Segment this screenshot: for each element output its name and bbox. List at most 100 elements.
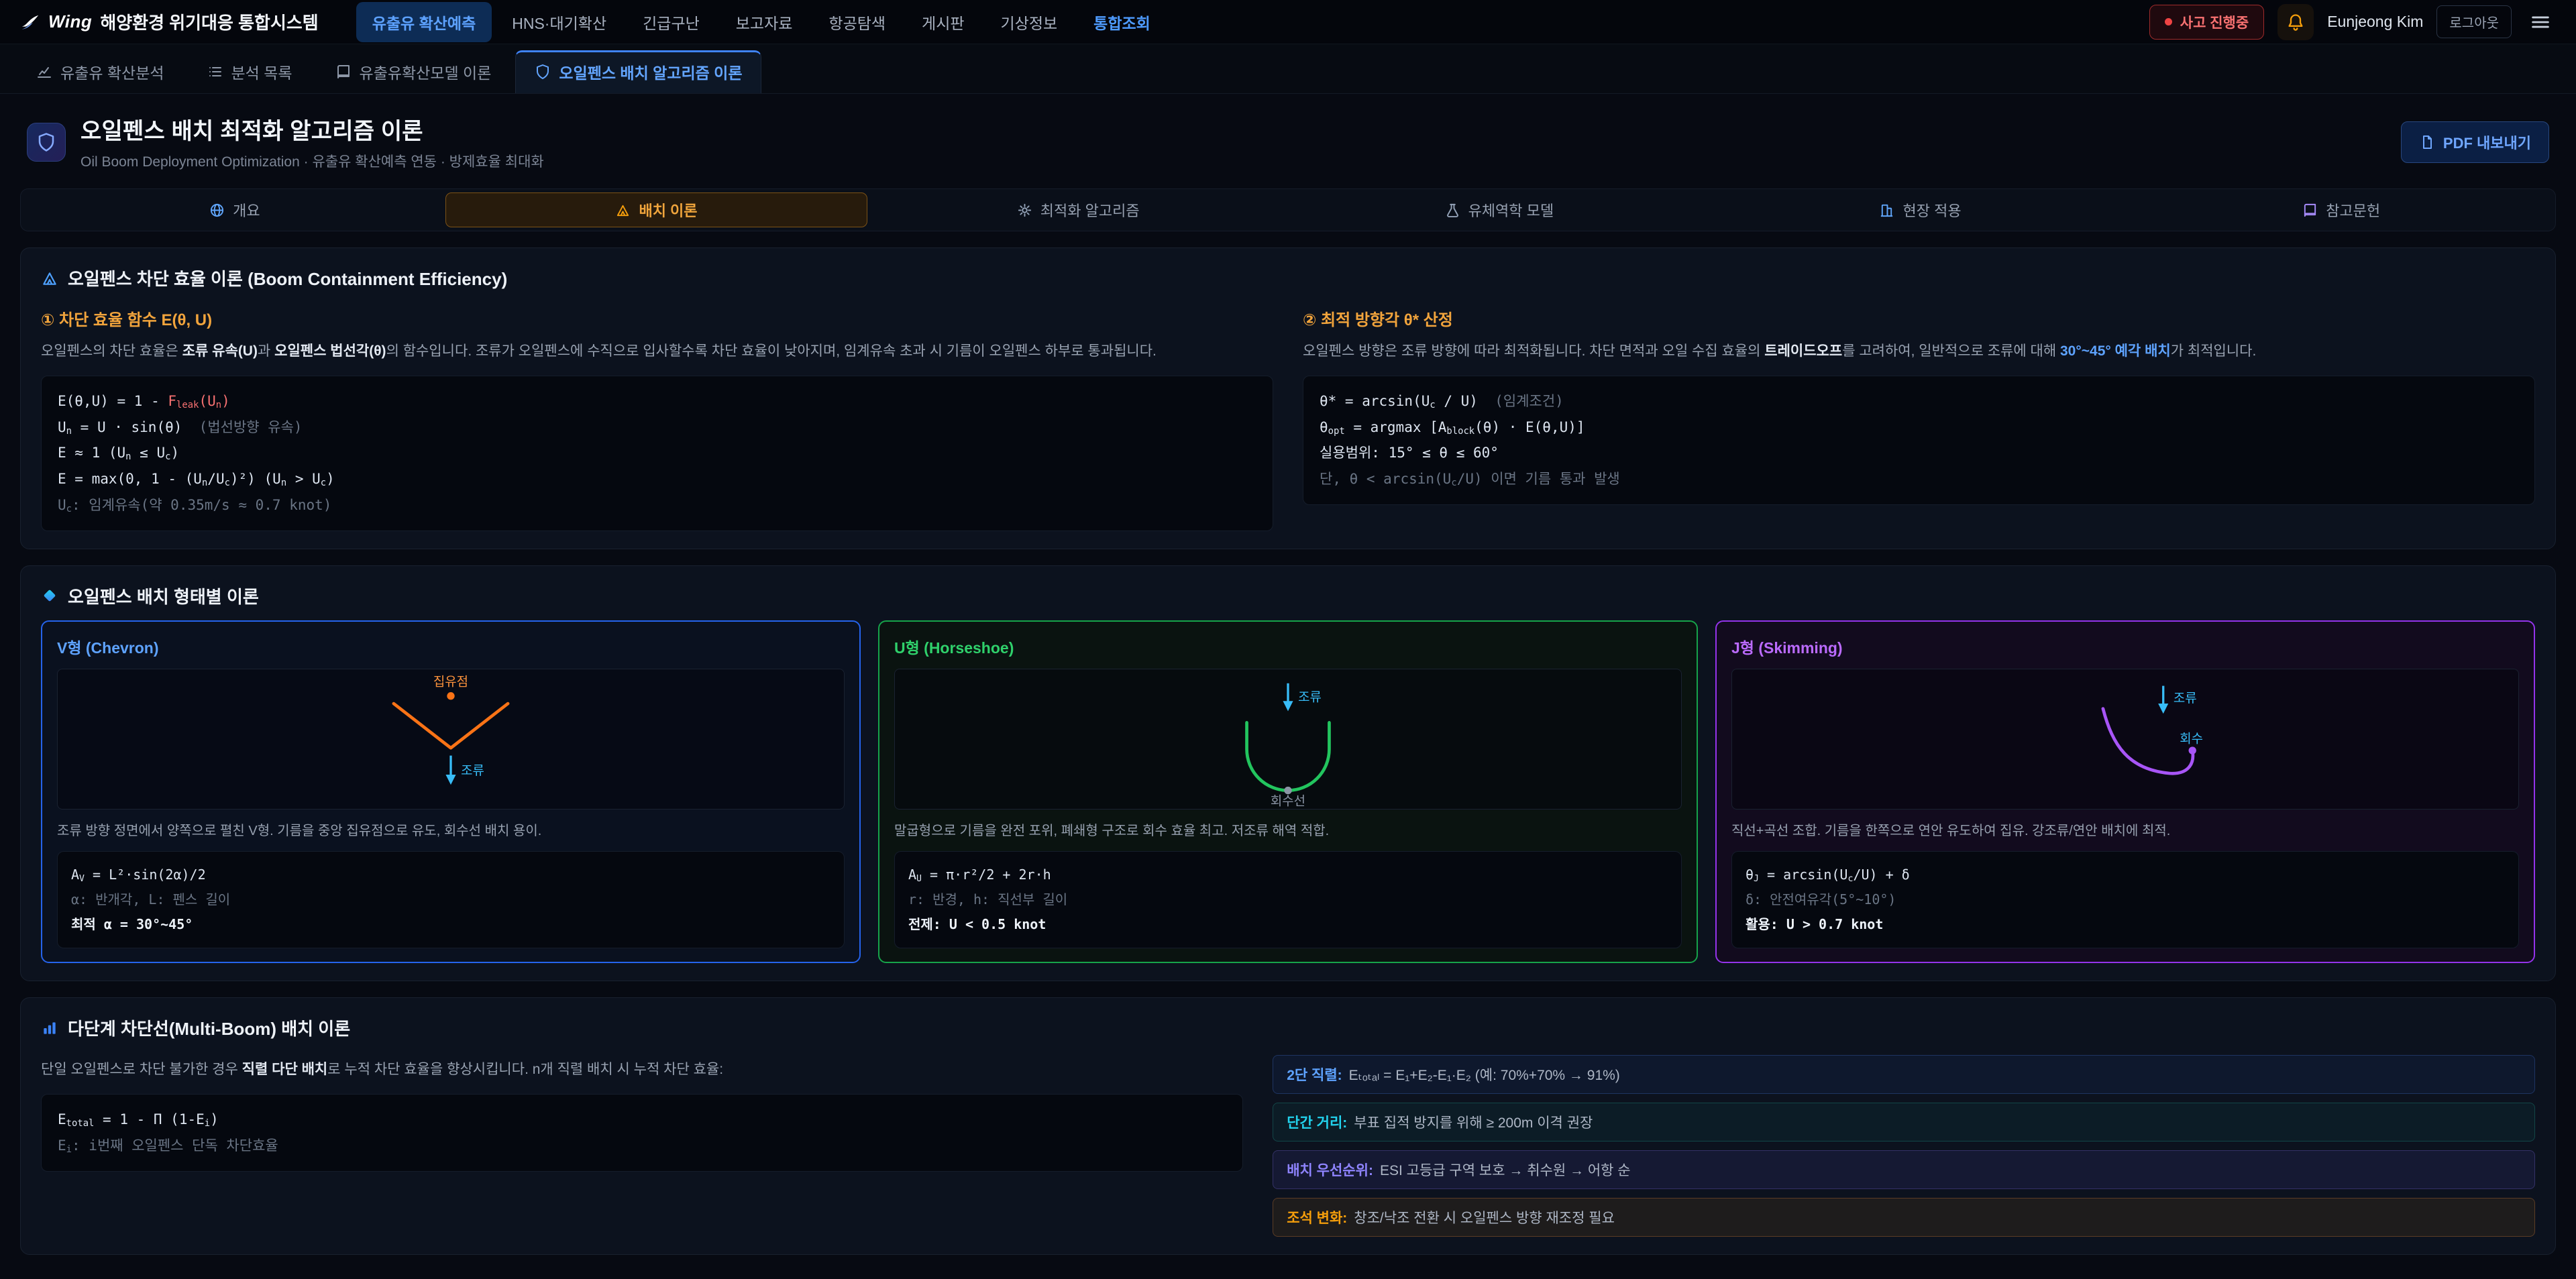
bell-icon: [2286, 13, 2305, 32]
building-icon: [1879, 203, 1894, 218]
tab-label: 참고문헌: [2326, 199, 2380, 221]
incident-badge-label: 사고 진행중: [2180, 12, 2249, 32]
rule-text: 부표 집적 방지를 위해 ≥ 200m 이격 권장: [1354, 1112, 1593, 1132]
tab-hydrodynamics-model[interactable]: 유체역학 모델: [1289, 192, 1710, 227]
tab-deployment-theory[interactable]: 배치 이론: [445, 192, 868, 227]
current-arrowhead: [1283, 701, 1293, 711]
multiboom-formula-block: Etotal = 1 - Π (1-Ei) Ei: i번째 오일펜스 단독 차단…: [41, 1094, 1243, 1172]
formula-line: 실용범위: 15° ≤ θ ≤ 60°: [1320, 440, 2518, 466]
v-boom-line: [394, 704, 508, 748]
brand[interactable]: Wing 해양환경 위기대응 통합시스템: [20, 9, 319, 34]
collection-point-dot: [447, 692, 454, 700]
multiboom-paragraph: 단일 오일펜스로 차단 불가한 경우 직렬 다단 배치로 누적 차단 효율을 향…: [41, 1058, 1243, 1082]
recovery-line-dot: [1284, 787, 1291, 794]
nav-item-emergency-rescue[interactable]: 긴급구난: [627, 2, 716, 42]
formula-line: r: 반경, h: 직선부 길이: [908, 887, 1668, 912]
nav-item-reports[interactable]: 보고자료: [720, 2, 809, 42]
shape-card-v-chevron: V형 (Chevron) 집유점 조류 조류 방향 정면에서 양쪽으로 펼친 V…: [41, 620, 861, 963]
section-tabs: 개요 배치 이론 최적화 알고리즘 유체역학 모델 현장 적용 참고문헌: [20, 188, 2556, 231]
formula-line: δ: 안전여유각(5°~10°): [1746, 887, 2505, 912]
diagram-label-recovery-line: 회수선: [1271, 793, 1305, 808]
efficiency-card-title: 오일펜스 차단 효율 이론 (Boom Containment Efficien…: [41, 266, 2535, 290]
tab-label: 배치 이론: [639, 199, 697, 221]
tab-field-application[interactable]: 현장 적용: [1710, 192, 2131, 227]
flask-icon: [1445, 203, 1460, 218]
rule-stage-distance: 단간 거리: 부표 집적 방지를 위해 ≥ 200m 이격 권장: [1273, 1103, 2535, 1142]
topbar-right: 사고 진행중 Eunjeong Kim 로그아웃: [2149, 4, 2556, 40]
logout-button[interactable]: 로그아웃: [2436, 5, 2512, 38]
tab-label: 유체역학 모델: [1468, 199, 1554, 221]
rule-label: 배치 우선순위:: [1287, 1160, 1373, 1180]
rule-text: ESI 고등급 구역 보호 → 취수원 → 어항 순: [1380, 1160, 1631, 1180]
nav-item-hns-air-dispersion[interactable]: HNS·대기확산: [496, 2, 623, 42]
diagram-label-recovery: 회수: [2180, 732, 2203, 746]
layout-shape-grid: V형 (Chevron) 집유점 조류 조류 방향 정면에서 양쪽으로 펼친 V…: [41, 620, 2535, 963]
subtab-label: 유출유 확산분석: [60, 60, 164, 83]
rule-tidal-change: 조석 변화: 창조/낙조 전환 시 오일펜스 방향 재조정 필요: [1273, 1198, 2535, 1237]
list-icon: [207, 64, 223, 80]
hamburger-menu-button[interactable]: [2525, 7, 2556, 38]
formula-line: E = max(0, 1 - (Un/Uc)²) (Un > Uc): [58, 466, 1256, 492]
tab-optimization-algorithm[interactable]: 최적화 알고리즘: [867, 192, 1289, 227]
tab-references[interactable]: 참고문헌: [2131, 192, 2552, 227]
tab-label: 개요: [233, 199, 260, 221]
page-header-titles: 오일펜스 배치 최적화 알고리즘 이론 Oil Boom Deployment …: [80, 113, 544, 171]
rule-label: 단간 거리:: [1287, 1112, 1347, 1132]
formula-line: E(θ,U) = 1 - Fleak(Un): [58, 388, 1256, 414]
nav-item-aerial-search[interactable]: 항공탐색: [812, 2, 902, 42]
shape-title: U형 (Horseshoe): [894, 635, 1682, 658]
subtab-label: 오일펜스 배치 알고리즘 이론: [559, 60, 742, 83]
notification-bell-button[interactable]: [2277, 4, 2314, 40]
formula-line: 활용: U > 0.7 knot: [1746, 912, 2505, 937]
u-boom-line: [1247, 722, 1330, 790]
multiboom-left-column: 단일 오일펜스로 차단 불가한 경우 직렬 다단 배치로 누적 차단 효율을 향…: [41, 1048, 1243, 1237]
incident-status-badge[interactable]: 사고 진행중: [2149, 5, 2264, 40]
card-title-text: 오일펜스 차단 효율 이론 (Boom Containment Efficien…: [68, 266, 507, 290]
document-icon: [2419, 134, 2435, 150]
nav-item-integrated-search[interactable]: 통합조회: [1077, 2, 1167, 42]
subtab-analysis-list[interactable]: 분석 목록: [189, 50, 311, 93]
current-arrowhead: [2158, 704, 2168, 714]
globe-icon: [209, 203, 225, 218]
diagram-label-current: 조류: [1298, 690, 1322, 704]
triangle-ruler-icon: [615, 203, 631, 218]
optimal-angle-formula-block: θ* = arcsin(Uc / U) (임계조건) θopt = argmax…: [1303, 376, 2535, 505]
formula-line: 최적 α = 30°~45°: [71, 912, 830, 937]
formula-line: 단, θ < arcsin(Uc/U) 이면 기름 통과 발생: [1320, 466, 2518, 492]
logo-text: Wing: [48, 11, 92, 32]
nav-item-board[interactable]: 게시판: [906, 2, 980, 42]
nav-item-weather-info[interactable]: 기상정보: [985, 2, 1074, 42]
shape-formula-block: AU = π·r²/2 + 2r·h r: 반경, h: 직선부 길이 전제: …: [894, 851, 1682, 948]
diagram-label-current: 조류: [2174, 691, 2197, 706]
layout-card: 오일펜스 배치 형태별 이론 V형 (Chevron) 집유점 조류: [20, 565, 2556, 981]
formula-line: Ei: i번째 오일펜스 단독 차단효율: [58, 1133, 1226, 1159]
page-subtitle: Oil Boom Deployment Optimization · 유출유 확…: [80, 151, 544, 171]
subtab-dispersion-model-theory[interactable]: 유출유확산모델 이론: [317, 50, 511, 93]
shape-title: V형 (Chevron): [57, 635, 845, 658]
pdf-export-label: PDF 내보내기: [2443, 131, 2531, 153]
diagram-label-collection-point: 집유점: [433, 674, 468, 689]
formula-line: α: 반개각, L: 펜스 길이: [71, 887, 830, 912]
optimal-angle-paragraph: 오일펜스 방향은 조류 방향에 따라 최적화됩니다. 차단 면적과 오일 수집 …: [1303, 339, 2535, 364]
book-icon: [335, 64, 352, 80]
page-header: 오일펜스 배치 최적화 알고리즘 이론 Oil Boom Deployment …: [0, 94, 2576, 187]
formula-line: 전제: U < 0.5 knot: [908, 912, 1668, 937]
subtab-boom-algorithm-theory[interactable]: 오일펜스 배치 알고리즘 이론: [515, 50, 761, 93]
nav-item-oil-spill-prediction[interactable]: 유출유 확산예측: [356, 2, 492, 42]
layout-card-title: 오일펜스 배치 형태별 이론: [41, 583, 2535, 608]
page-root: Wing 해양환경 위기대응 통합시스템 유출유 확산예측 HNS·대기확산 긴…: [0, 0, 2576, 1255]
j-shape-diagram: 조류 회수: [1731, 669, 2519, 810]
shield-icon: [535, 64, 551, 80]
tab-overview[interactable]: 개요: [24, 192, 445, 227]
multiboom-card-title: 다단계 차단선(Multi-Boom) 배치 이론: [41, 1015, 2535, 1040]
triangle-ruler-icon: [41, 270, 58, 287]
book-icon: [2302, 203, 2318, 218]
diamond-icon: [41, 587, 58, 604]
subtab-bar: 유출유 확산분석 분석 목록 유출유확산모델 이론 오일펜스 배치 알고리즘 이…: [0, 44, 2576, 94]
system-title: 해양환경 위기대응 통합시스템: [100, 9, 318, 34]
bar-chart-icon: [41, 1019, 58, 1037]
pdf-export-button[interactable]: PDF 내보내기: [2401, 121, 2549, 163]
shape-caption: 말굽형으로 기름을 완전 포위, 폐쇄형 구조로 회수 효율 최고. 저조류 해…: [894, 820, 1682, 842]
subtab-dispersion-analysis[interactable]: 유출유 확산분석: [17, 50, 183, 93]
user-name: Eunjeong Kim: [2327, 13, 2423, 31]
